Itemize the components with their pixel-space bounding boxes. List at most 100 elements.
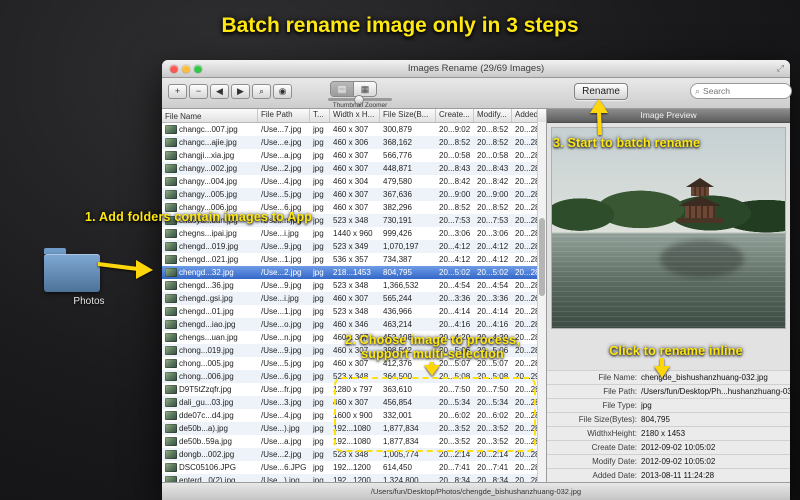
cell-path: /Use...e.jpg	[261, 138, 302, 147]
preview-panel: Image Preview File Name: chengde_bishusha…	[546, 109, 790, 482]
cell-dims: 523 x 348	[333, 281, 369, 290]
table-row[interactable]: chengd...01.jpg/Use...1.jpg jpg 523 x 348 4…	[162, 305, 546, 318]
field-value[interactable]: 804,795	[641, 415, 790, 424]
preview-field-row[interactable]: Modify Date: 2012-09-02 10:05:02	[547, 454, 790, 468]
cell-added: 20...28	[515, 203, 538, 212]
field-value[interactable]: 2012-09-02 10:05:02	[641, 457, 790, 466]
file-name: dali_gu...03.jpg	[179, 398, 234, 407]
table-row[interactable]: chengd...iao.jpg/Use...o.jpg jpg 460 x 346…	[162, 318, 546, 331]
table-row[interactable]: changji...xia.jpg/Use...a.jpg jpg 460 x 30…	[162, 149, 546, 162]
cell-size: 368,162	[383, 138, 412, 147]
preview-field-row[interactable]: WidthxHeight: 2180 x 1453	[547, 426, 790, 440]
add-button[interactable]: +	[168, 84, 187, 99]
search-field[interactable]: ⌕	[690, 83, 792, 99]
file-thumbnail	[165, 359, 177, 368]
cell-added: 20...28	[515, 281, 538, 290]
table-row[interactable]: changy...004.jpg/Use...4.jpg jpg 460 x 304…	[162, 175, 546, 188]
cell-added: 20...28	[515, 138, 538, 147]
column-header[interactable]: Width x H...	[330, 109, 380, 122]
arrow-step3	[590, 99, 608, 136]
cell-modify: 20...9:00	[477, 190, 509, 199]
cell-path: /Use...n.jpg	[261, 333, 302, 342]
cell-path: /Use...6.jpg	[261, 372, 302, 381]
preview-field-row[interactable]: Create Date: 2012-09-02 10:05:02	[547, 440, 790, 454]
file-thumbnail	[165, 424, 177, 433]
column-header[interactable]: Added...	[512, 109, 538, 122]
table-row[interactable]: chengd...32.jpg/Use...2.jpg jpg 218...1453…	[162, 266, 546, 279]
table-row[interactable]: changc...ajie.jpg/Use...e.jpg jpg 460 x 30…	[162, 136, 546, 149]
cell-size: 566,776	[383, 151, 412, 160]
column-header[interactable]: T...	[310, 109, 330, 122]
table-row[interactable]: changy...005.jpg/Use...5.jpg jpg 460 x 307…	[162, 188, 546, 201]
preview-button[interactable]: ◉	[273, 84, 292, 99]
file-name: de50b...a).jpg	[179, 424, 228, 433]
column-header[interactable]: File Size(B...	[380, 109, 436, 122]
table-row[interactable]: chengd...36.jpg/Use...9.jpg jpg 523 x 348 1…	[162, 279, 546, 292]
folder-label: Photos	[73, 296, 105, 307]
file-thumbnail	[165, 164, 177, 173]
cell-added: 20...28	[515, 151, 538, 160]
table-row[interactable]: chengd...019.jpg/Use...9.jpg jpg 523 x 349…	[162, 240, 546, 253]
desktop-folder[interactable]: Photos	[44, 248, 105, 307]
file-thumbnail	[165, 320, 177, 329]
table-row[interactable]: chengd..gsi.jpg/Use...i.jpg jpg 460 x 307 5…	[162, 292, 546, 305]
thumbnail-zoomer-label: Thumbnail Zoomer	[332, 101, 388, 109]
rename-button[interactable]: Rename	[574, 83, 628, 100]
cell-modify: 20...4:14	[477, 307, 509, 316]
field-value[interactable]: 2180 x 1453	[641, 429, 790, 438]
title-bar[interactable]: Images Rename (29/69 Images) ⤢	[162, 60, 790, 78]
back-button[interactable]: ◀	[210, 84, 229, 99]
table-row[interactable]: changc...007.jpg/Use...7.jpg jpg 460 x 307…	[162, 123, 546, 136]
file-name: chengd...019.jpg	[179, 242, 239, 251]
remove-button[interactable]: −	[189, 84, 208, 99]
magnify-button[interactable]: ⌕	[252, 84, 271, 99]
cell-type: jpg	[313, 450, 324, 459]
table-row[interactable]: chegns...ipai.jpg/Use...i.jpg jpg 1440 x 9…	[162, 227, 546, 240]
cell-dims: 1440 x 960	[333, 229, 373, 238]
field-value[interactable]: 2013-08-11 11:24:28	[641, 471, 790, 480]
preview-header: Image Preview	[547, 109, 790, 123]
scrollbar-thumb[interactable]	[539, 218, 545, 296]
column-header[interactable]: File Path	[258, 109, 310, 122]
field-label: Modify Date:	[592, 457, 637, 466]
fullscreen-icon[interactable]: ⤢	[777, 63, 784, 74]
table-row[interactable]: chengd...021.jpg/Use...1.jpg jpg 536 x 357…	[162, 253, 546, 266]
column-header[interactable]: File Name	[162, 109, 258, 122]
cell-type: jpg	[313, 333, 324, 342]
file-thumbnail	[165, 437, 177, 446]
preview-field-row[interactable]: File Path: /Users/fun/Desktop/Ph...hushan…	[547, 384, 790, 398]
table-header: File Name File Path T... Width x H... File S…	[162, 109, 546, 123]
table-row[interactable]: DSC05106.JPG/Use...6.JPG jpg 192...1200 614…	[162, 461, 546, 474]
cell-dims: 460 x 307	[333, 125, 369, 134]
forward-button[interactable]: ▶	[231, 84, 250, 99]
file-name: chengd...36.jpg	[179, 281, 234, 290]
table-row[interactable]: changy...002.jpg/Use...2.jpg jpg 460 x 307…	[162, 162, 546, 175]
cell-create: 20...8:52	[439, 203, 471, 212]
file-name: changji...xia.jpg	[179, 151, 235, 160]
cell-added: 20...28	[515, 320, 538, 329]
cell-modify: 20...3:06	[477, 229, 509, 238]
cell-type: jpg	[313, 320, 324, 329]
preview-field-row[interactable]: File Type: jpg	[547, 398, 790, 412]
cell-added: 20...28	[515, 216, 538, 225]
folder-icon-body	[44, 254, 100, 292]
table-row[interactable]: enterd...0(2).jpg/Use...).jpg jpg 192...12…	[162, 474, 546, 482]
cell-modify: 20...4:54	[477, 281, 509, 290]
photo-water	[552, 236, 785, 328]
field-value[interactable]: 2012-09-02 10:05:02	[641, 443, 790, 452]
cell-added: 20...28	[515, 177, 538, 186]
preview-field-row[interactable]: File Size(Bytes): 804,795	[547, 412, 790, 426]
vertical-scrollbar[interactable]	[537, 122, 546, 482]
search-input[interactable]	[703, 86, 774, 96]
cell-added: 20...28	[515, 125, 538, 134]
grid-view-segment[interactable]: ▦	[353, 82, 376, 96]
list-view-segment[interactable]: ▤	[331, 82, 353, 96]
file-name: enterd...0(2).jpg	[179, 476, 236, 482]
column-header[interactable]: Modify...	[474, 109, 512, 122]
cell-size: 479,580	[383, 177, 412, 186]
column-header[interactable]: Create...	[436, 109, 474, 122]
preview-field-row[interactable]: Added Date: 2013-08-11 11:24:28	[547, 468, 790, 482]
cell-create: 20...8:42	[439, 177, 471, 186]
field-value[interactable]: jpg	[641, 401, 790, 410]
field-value[interactable]: /Users/fun/Desktop/Ph...hushanzhuang-032…	[641, 387, 790, 396]
